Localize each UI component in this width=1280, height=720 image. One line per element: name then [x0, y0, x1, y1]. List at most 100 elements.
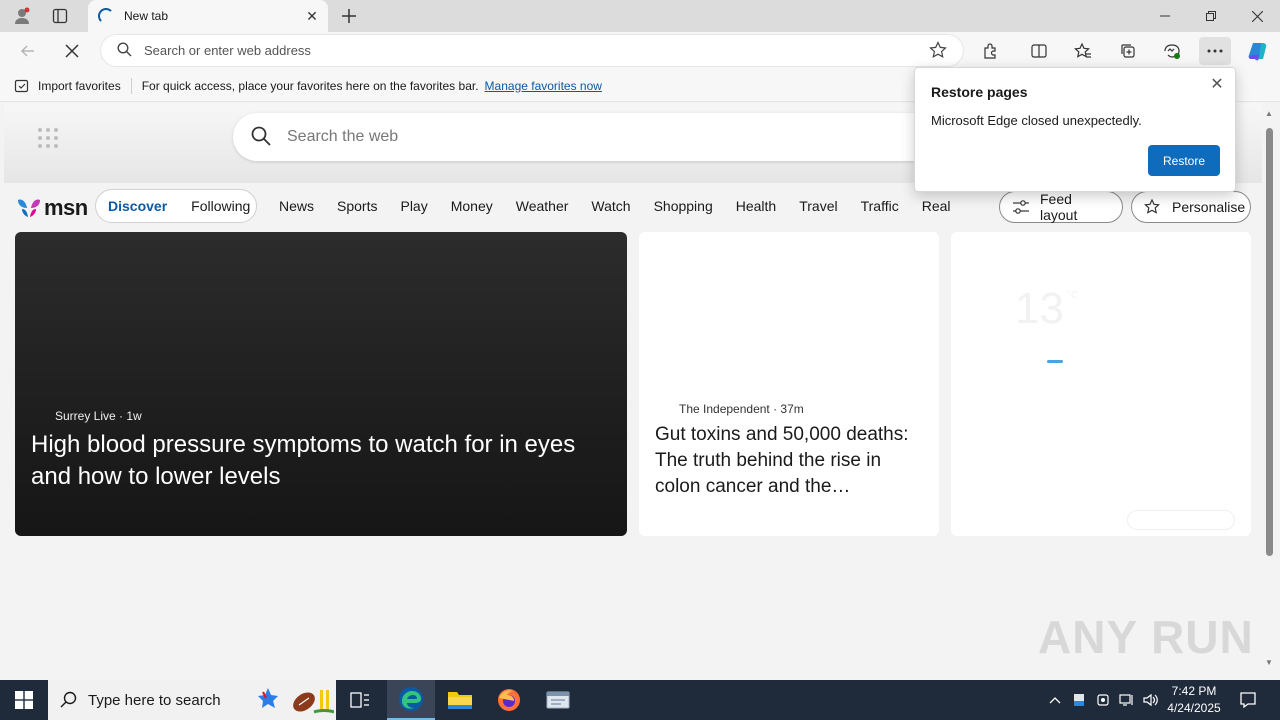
category-travel[interactable]: Travel [799, 198, 837, 214]
vpn-tray-icon[interactable] [1093, 680, 1113, 720]
hero-source: Surrey Live · 1w [55, 409, 142, 423]
task-view-icon [350, 692, 369, 708]
tab-new-tab[interactable]: New tab ✕ [88, 0, 328, 32]
anyrun-watermark: ANY RUN [1038, 611, 1254, 663]
scroll-down-icon[interactable]: ▼ [1264, 658, 1274, 668]
secondary-headline[interactable]: Gut toxins and 50,000 deaths: The truth … [655, 422, 927, 500]
hero-news-card[interactable]: Surrey Live · 1w High blood pressure sym… [15, 232, 627, 536]
add-favorite-star-icon[interactable] [929, 41, 947, 62]
tab-title: New tab [124, 9, 169, 23]
import-favorites-label: Import favorites [38, 78, 121, 93]
extensions-icon[interactable] [975, 37, 1007, 65]
category-shopping[interactable]: Shopping [654, 198, 713, 214]
page-scrollbar[interactable]: ▲ ▼ [1262, 103, 1276, 676]
favorites-hint: For quick access, place your favorites h… [141, 78, 479, 93]
feed-toggle: Discover Following [95, 189, 257, 223]
notifications-button[interactable] [1236, 680, 1260, 720]
category-play[interactable]: Play [400, 198, 427, 214]
taskbar-search-placeholder: Type here to search [88, 691, 221, 709]
web-search-icon [251, 126, 271, 149]
weather-placeholder-pill [1127, 510, 1235, 530]
apps-launcher-icon[interactable] [38, 128, 58, 148]
clock-time: 7:42 PM [1171, 684, 1217, 698]
taskbar-app-window[interactable] [534, 680, 582, 720]
feed-layout-label: Feed layout [1040, 191, 1078, 223]
tab-discover[interactable]: Discover [96, 198, 179, 214]
edge-icon [399, 687, 423, 711]
search-highlight-sports-icon [258, 688, 334, 714]
close-window-button[interactable] [1234, 0, 1280, 32]
web-search-input[interactable] [287, 128, 887, 146]
category-sports[interactable]: Sports [337, 198, 377, 214]
taskbar-clock[interactable]: 7:42 PM 4/24/2025 [1160, 683, 1228, 717]
scrollbar-thumb[interactable] [1266, 128, 1273, 556]
taskbar-edge-app[interactable] [387, 680, 435, 720]
title-bar: New tab ✕ [0, 0, 1280, 32]
taskbar-search-box[interactable]: Type here to search [48, 680, 336, 720]
category-traffic[interactable]: Traffic [861, 198, 899, 214]
web-search-box[interactable] [233, 113, 953, 161]
category-news[interactable]: News [279, 198, 314, 214]
volume-tray-icon[interactable] [1141, 680, 1161, 720]
copilot-icon[interactable] [1242, 37, 1274, 65]
split-screen-icon[interactable] [1023, 37, 1055, 65]
msn-butterfly-icon [18, 199, 40, 217]
category-watch[interactable]: Watch [591, 198, 630, 214]
notification-icon [1240, 692, 1256, 709]
network-tray-icon[interactable] [1117, 680, 1137, 720]
sliders-icon [1012, 199, 1030, 215]
import-favorites-button[interactable]: Import favorites [14, 78, 121, 94]
popup-close-icon[interactable]: ✕ [1207, 74, 1227, 94]
category-money[interactable]: Money [451, 198, 493, 214]
weather-unit: °C [1067, 290, 1079, 301]
profile-icon[interactable] [8, 4, 36, 28]
browser-essentials-icon[interactable] [1156, 37, 1188, 65]
personalise-button[interactable]: Personalise [1131, 191, 1251, 223]
secondary-news-card[interactable]: The Independent · 37m Gut toxins and 50,… [639, 232, 939, 536]
manage-favorites-link[interactable]: Manage favorites now [485, 79, 602, 93]
settings-and-more-icon[interactable] [1199, 37, 1231, 65]
weather-card[interactable]: 13 °C [951, 232, 1251, 536]
tab-following[interactable]: Following [179, 198, 262, 214]
stop-loading-button[interactable] [58, 37, 86, 65]
folder-icon [448, 692, 472, 709]
windows-logo-icon [15, 691, 33, 709]
category-real-estate[interactable]: Real E [922, 198, 951, 214]
hero-source-name: Surrey Live [55, 409, 116, 423]
collections-icon[interactable] [1112, 37, 1144, 65]
taskbar-firefox[interactable] [485, 680, 533, 720]
secondary-source: The Independent · 37m [679, 402, 804, 416]
taskbar-file-explorer[interactable] [436, 680, 484, 720]
minimize-button[interactable] [1142, 0, 1188, 32]
back-button[interactable] [14, 37, 42, 65]
show-hidden-icons[interactable] [1045, 680, 1065, 720]
navigation-bar [0, 32, 1280, 70]
personalise-label: Personalise [1172, 199, 1246, 215]
address-input[interactable] [144, 43, 904, 58]
msn-logo[interactable]: msn [16, 195, 88, 221]
restore-window-button[interactable] [1188, 0, 1234, 32]
app-window-icon [546, 691, 570, 709]
restore-button[interactable]: Restore [1148, 145, 1220, 176]
hero-headline[interactable]: High blood pressure symptoms to watch fo… [31, 429, 611, 493]
import-favorites-icon [14, 79, 29, 92]
msn-nav-row: msn Discover Following News Sports Play … [4, 187, 1262, 227]
address-bar[interactable] [101, 35, 963, 66]
start-button[interactable] [0, 680, 48, 720]
category-health[interactable]: Health [736, 198, 776, 214]
taskbar: Type here to search 7:42 PM 4/24/2025 [0, 680, 1280, 720]
weather-loading-bar [1047, 360, 1063, 363]
tab-actions-icon[interactable] [46, 4, 74, 28]
restore-pages-popup: Restore pages Microsoft Edge closed unex… [914, 67, 1236, 192]
close-tab-icon[interactable]: ✕ [302, 6, 322, 26]
scroll-up-icon[interactable]: ▲ [1264, 109, 1274, 119]
clock-date: 4/24/2025 [1167, 701, 1221, 715]
category-weather[interactable]: Weather [516, 198, 569, 214]
task-view-button[interactable] [336, 680, 384, 720]
new-tab-button[interactable] [336, 4, 362, 28]
feed-layout-button[interactable]: Feed layout [999, 191, 1123, 223]
favorites-icon[interactable] [1067, 37, 1099, 65]
popup-title: Restore pages [931, 84, 1028, 100]
storage-tray-icon[interactable] [1069, 680, 1089, 720]
search-icon [117, 41, 132, 60]
